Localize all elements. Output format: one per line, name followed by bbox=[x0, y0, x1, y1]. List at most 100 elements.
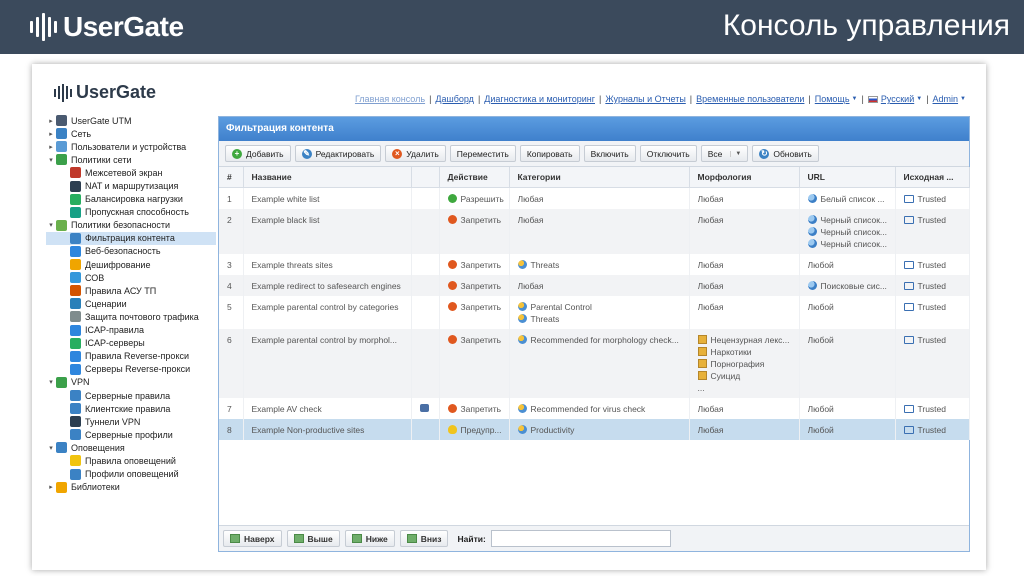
caret-down-icon: ▼ bbox=[916, 96, 923, 102]
tree-item-28[interactable]: ▸ Библиотеки bbox=[46, 481, 216, 494]
tree-item-label: UserGate UTM bbox=[71, 115, 132, 126]
collapsed-arrow-icon[interactable]: ▸ bbox=[46, 130, 56, 138]
toolbar-button-2[interactable]: × Удалить bbox=[385, 145, 446, 162]
source-cell: Trusted bbox=[895, 418, 970, 440]
tree-item-20[interactable]: ▾ VPN bbox=[46, 376, 216, 389]
table-row[interactable]: 6 Example parental control by morphol... З… bbox=[219, 328, 970, 398]
table-row[interactable]: 4 Example redirect to safesearch engines З… bbox=[219, 274, 970, 296]
action-label: Запретить bbox=[460, 403, 502, 414]
morphology-label: Нецензурная лекс... bbox=[710, 334, 790, 345]
table-row[interactable]: 7 Example AV check Запретить Recommended fo… bbox=[219, 397, 970, 419]
nav-link-5[interactable]: Помощь bbox=[815, 94, 850, 104]
tree-item-12[interactable]: СОВ bbox=[46, 271, 216, 284]
expanded-arrow-icon[interactable]: ▾ bbox=[46, 378, 56, 386]
toolbar-button-8[interactable]: ↻ Обновить bbox=[752, 145, 819, 162]
tree-item-8[interactable]: ▾ Политики безопасности bbox=[46, 219, 216, 232]
morphology-label: ... bbox=[697, 382, 705, 393]
tree-item-18[interactable]: Правила Reverse-прокси bbox=[46, 350, 216, 363]
row-number: 3 bbox=[219, 253, 244, 275]
tree-item-5[interactable]: NAT и маршрутизация bbox=[46, 179, 216, 192]
tree-item-19[interactable]: Серверы Reverse-прокси bbox=[46, 363, 216, 376]
nav-link-1[interactable]: Дашборд bbox=[435, 94, 474, 104]
toolbar-button-3[interactable]: Переместить bbox=[449, 145, 516, 162]
tree-item-11[interactable]: Дешифрование bbox=[46, 258, 216, 271]
column-header-6[interactable]: URL bbox=[799, 167, 896, 188]
nav-link-0[interactable]: Главная консоль bbox=[355, 94, 425, 104]
morphology-cell: Любая bbox=[689, 187, 800, 209]
table-row[interactable]: 8 Example Non-productive sites Предупр... P… bbox=[219, 418, 970, 440]
tree-item-25[interactable]: ▾ Оповещения bbox=[46, 441, 216, 454]
tree-item-26[interactable]: Правила оповещений bbox=[46, 454, 216, 467]
url-list-icon bbox=[807, 281, 817, 290]
tree-item-14[interactable]: Сценарии bbox=[46, 297, 216, 310]
tree-item-4[interactable]: Межсетевой экран bbox=[46, 166, 216, 179]
toolbar-button-1[interactable]: ✎ Редактировать bbox=[294, 145, 382, 162]
mail-icon bbox=[70, 311, 81, 323]
tree-item-0[interactable]: ▸ UserGate UTM bbox=[46, 114, 216, 127]
column-header-5[interactable]: Морфология bbox=[689, 167, 800, 188]
column-header-0[interactable]: # bbox=[219, 167, 244, 188]
nav-link-4[interactable]: Временные пользователи bbox=[696, 94, 804, 104]
rule-name: Example threats sites bbox=[243, 253, 412, 275]
collapsed-arrow-icon[interactable]: ▸ bbox=[46, 143, 56, 151]
tree-item-13[interactable]: Правила АСУ ТП bbox=[46, 284, 216, 297]
column-header-7[interactable]: Исходная ... bbox=[895, 167, 970, 188]
toolbar-button-0[interactable]: + Добавить bbox=[225, 145, 291, 162]
column-header-3[interactable]: Действие bbox=[439, 167, 510, 188]
tree-item-3[interactable]: ▾ Политики сети bbox=[46, 153, 216, 166]
arrow-down-icon bbox=[351, 534, 362, 543]
category-icon bbox=[517, 302, 527, 311]
toolbar-button-label: Обновить bbox=[773, 148, 812, 159]
source-cell: Trusted bbox=[895, 274, 970, 296]
column-header-1[interactable]: Название bbox=[243, 167, 412, 188]
tree-item-27[interactable]: Профили оповещений bbox=[46, 468, 216, 481]
table-row[interactable]: 2 Example black list Запретить Любая Любая Че… bbox=[219, 208, 970, 254]
move-top-button[interactable]: Наверх bbox=[223, 530, 282, 547]
top-navigation: Главная консоль | Дашборд | Диагностика и мо… bbox=[355, 94, 966, 104]
tree-item-17[interactable]: ICAP-серверы bbox=[46, 337, 216, 350]
tree-item-23[interactable]: Туннели VPN bbox=[46, 415, 216, 428]
table-row[interactable]: 1 Example white list Разрешить Любая Любая Бе… bbox=[219, 187, 970, 209]
toolbar-button-5[interactable]: Включить bbox=[583, 145, 636, 162]
tree-item-9[interactable]: Фильтрация контента bbox=[46, 231, 216, 245]
nav-link-3[interactable]: Журналы и Отчеты bbox=[605, 94, 685, 104]
app-logo[interactable]: UserGate bbox=[54, 82, 156, 103]
url-label: Поисковые сис... bbox=[820, 280, 887, 291]
toolbar-button-7[interactable]: Все ▼ bbox=[700, 145, 749, 162]
toolbar-button-6[interactable]: Отключить bbox=[639, 145, 697, 162]
move-up-button[interactable]: Выше bbox=[286, 530, 340, 547]
tree-item-24[interactable]: Серверные профили bbox=[46, 428, 216, 441]
categories-cell: Любая bbox=[509, 208, 690, 254]
tree-item-2[interactable]: ▸ Пользователи и устройства bbox=[46, 140, 216, 153]
tree-item-16[interactable]: ICAP-правила bbox=[46, 324, 216, 337]
expanded-arrow-icon[interactable]: ▾ bbox=[46, 156, 56, 164]
search-input[interactable] bbox=[490, 530, 671, 547]
tree-item-6[interactable]: Балансировка нагрузки bbox=[46, 193, 216, 206]
nav-link-7[interactable]: Admin bbox=[933, 94, 959, 104]
tree-item-21[interactable]: Серверные правила bbox=[46, 389, 216, 402]
usergate-logo: UserGate bbox=[30, 9, 184, 45]
expanded-arrow-icon[interactable]: ▾ bbox=[46, 444, 56, 452]
tree-item-7[interactable]: Пропускная способность bbox=[46, 206, 216, 219]
zone-monitor-icon bbox=[903, 425, 914, 434]
table-row[interactable]: 5 Example parental control by categories З… bbox=[219, 295, 970, 329]
rules-table: # Название Действие Категории Морфология URL И… bbox=[219, 167, 970, 440]
tree-item-10[interactable]: Веб-безопасность bbox=[46, 245, 216, 258]
morphology-icon bbox=[697, 347, 707, 356]
collapsed-arrow-icon[interactable]: ▸ bbox=[46, 483, 56, 491]
collapsed-arrow-icon[interactable]: ▸ bbox=[46, 117, 56, 125]
nav-link-6[interactable]: Русский bbox=[881, 94, 914, 104]
table-row[interactable]: 3 Example threats sites Запретить Threats Лю… bbox=[219, 253, 970, 275]
deny-icon bbox=[447, 335, 457, 344]
move-down-button[interactable]: Ниже bbox=[344, 530, 395, 547]
column-header-2[interactable] bbox=[411, 167, 440, 188]
nav-link-2[interactable]: Диагностика и мониторинг bbox=[484, 94, 595, 104]
tree-item-22[interactable]: Клиентские правила bbox=[46, 402, 216, 415]
move-bottom-button[interactable]: Вниз bbox=[399, 530, 449, 547]
toolbar-button-4[interactable]: Копировать bbox=[519, 145, 580, 162]
column-header-4[interactable]: Категории bbox=[509, 167, 690, 188]
tree-item-15[interactable]: Защита почтового трафика bbox=[46, 310, 216, 323]
nat-icon bbox=[70, 180, 81, 192]
tree-item-1[interactable]: ▸ Сеть bbox=[46, 127, 216, 140]
expanded-arrow-icon[interactable]: ▾ bbox=[46, 221, 56, 229]
